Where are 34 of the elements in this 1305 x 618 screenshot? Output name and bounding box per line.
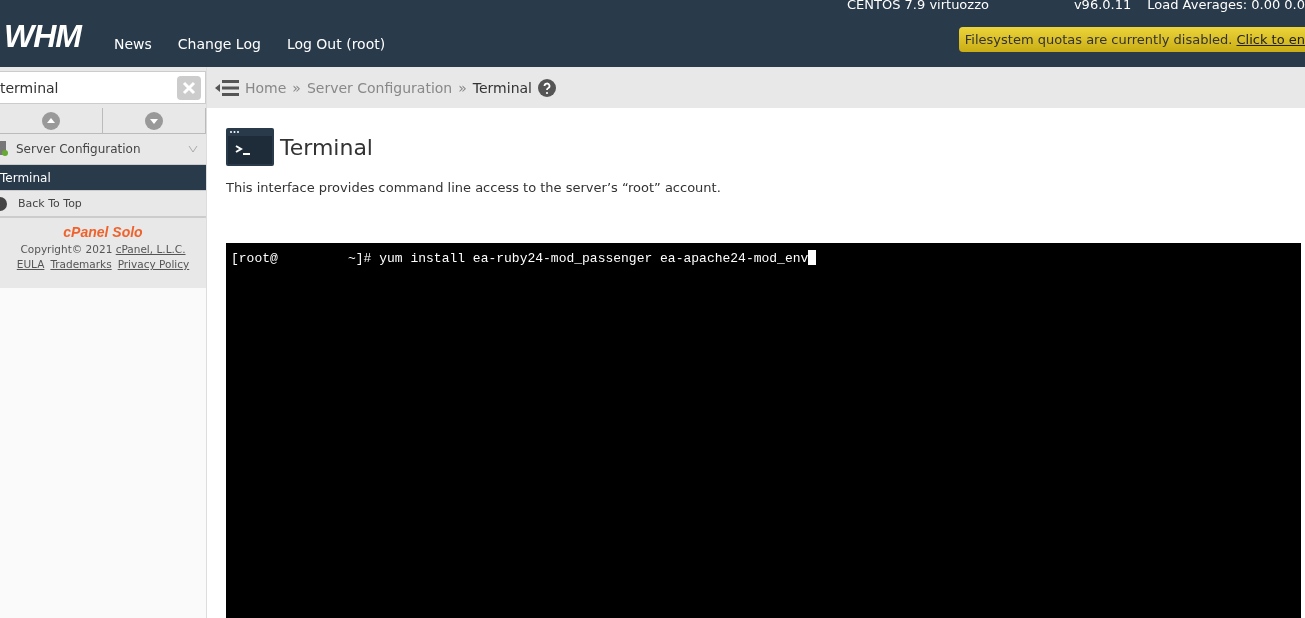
breadcrumb-link[interactable]: Terminal (472, 79, 532, 96)
alert-text: Filesystem quotas are currently disabled. (964, 32, 1233, 47)
breadcrumb-separator: » (458, 79, 467, 96)
terminal-line: [root@ ~]# yum install ea-ruby24-mod_passenger ea-apache24-mod_env (231, 251, 809, 266)
nav-link[interactable]: News (113, 36, 152, 52)
server-icon (0, 141, 8, 157)
footer-link[interactable]: EULA (16, 258, 45, 270)
breadcrumb-separator: » (292, 79, 301, 96)
terminal-icon (226, 128, 274, 166)
version-info: v96.0.11 (1073, 0, 1132, 12)
search-field[interactable]: terminal (0, 71, 206, 104)
footer-link[interactable]: Privacy Policy (117, 258, 190, 270)
clear-button[interactable] (177, 75, 201, 100)
load-averages: Load Averages: 0.00 0.0 (1147, 0, 1305, 12)
copyright-text: Copyright© 2021 (20, 243, 114, 255)
nav-link[interactable]: Change Log (177, 36, 261, 52)
footer-link[interactable]: Trademarks (50, 258, 112, 270)
help-icon[interactable] (538, 78, 556, 97)
back-to-top[interactable]: Back To Top (0, 190, 206, 218)
sidebar-item[interactable]: Terminal (0, 165, 206, 190)
chevron-icon (188, 145, 198, 153)
whm-logo[interactable]: WHM (4, 18, 81, 55)
close-icon (182, 80, 196, 95)
category-header[interactable]: Server Configuration (0, 134, 206, 165)
company-link[interactable]: cPanel, L.L.C. (115, 243, 186, 255)
alert-link[interactable]: Click to en (1236, 32, 1305, 47)
cpanel-logo: cPanel Solo (63, 224, 143, 240)
terminal-console[interactable]: [root@ ~]# yum install ea-ruby24-mod_passenger ea-apache24-mod_env (226, 243, 1301, 618)
nav-link[interactable]: Log Out (root) (286, 36, 386, 52)
page-description: This interface provides command line access to the server’s “root” account. (226, 180, 722, 195)
page-title: Terminal (280, 134, 373, 160)
text-cursor (808, 250, 817, 265)
menu-icon[interactable] (215, 78, 239, 97)
os-info: CENTOS 7.9 virtuozzo (847, 0, 989, 12)
